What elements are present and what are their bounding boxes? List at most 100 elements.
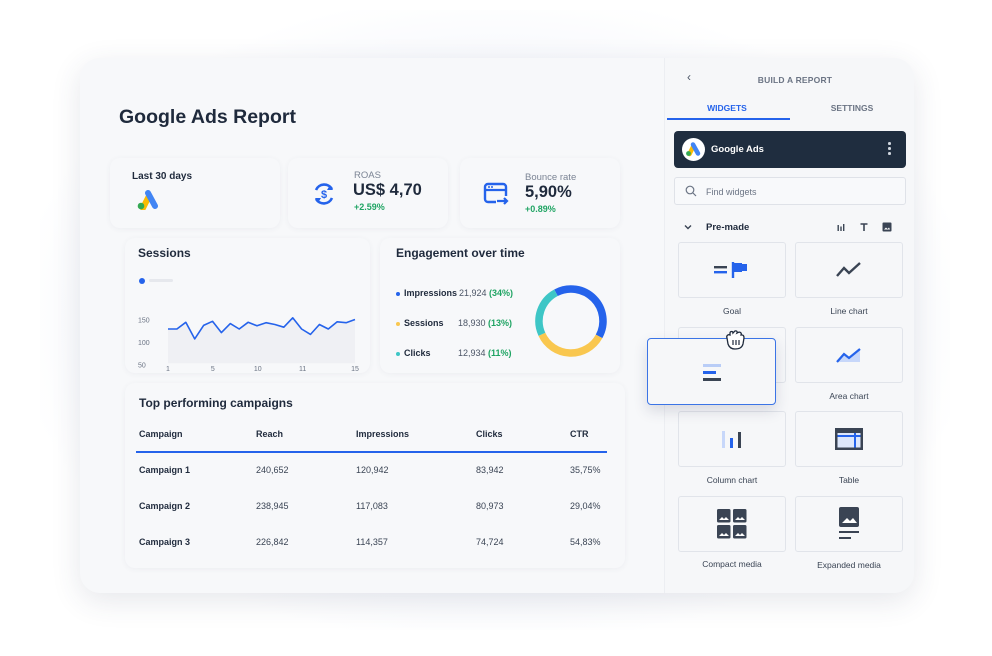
widget-tile[interactable] [795, 242, 903, 298]
grab-cursor-icon [726, 330, 745, 350]
table-cell: 226,842 [256, 537, 289, 547]
data-source-name: Google Ads [711, 144, 764, 155]
kpi-label: Bounce rate [525, 172, 577, 183]
kpi-label: ROAS [354, 170, 381, 181]
widget-tile[interactable] [678, 242, 786, 298]
tab-settings[interactable]: SETTINGS [789, 103, 914, 113]
table-cell: 114,357 [356, 537, 388, 547]
widget-label: Compact media [702, 559, 762, 569]
table-cell: Campaign 1 [139, 465, 191, 475]
dollar-refresh-icon: $ [314, 183, 334, 205]
legend-name: Sessions [404, 318, 444, 328]
engagement-card[interactable]: Engagement over time Impressions 21,924 (… [380, 238, 620, 373]
widget-tile[interactable] [795, 411, 903, 467]
campaigns-title: Top performing campaigns [139, 396, 293, 410]
table-cell: 80,973 [476, 501, 504, 511]
kpi-delta: +2.59% [354, 202, 385, 212]
search-icon [685, 185, 697, 197]
column-header[interactable]: CTR [570, 429, 589, 439]
x-tick-label: 11 [299, 366, 306, 373]
table-row[interactable]: Campaign 1 240,652 120,942 83,942 35,75% [139, 465, 605, 479]
filter-text-icon[interactable] [859, 222, 869, 232]
app-window: Google Ads Report Last 30 days $ ROAS US… [80, 58, 914, 593]
table-cell: Campaign 2 [139, 501, 191, 511]
campaigns-table-card[interactable]: Top performing campaigns Campaign Reach Im… [125, 383, 625, 568]
panel-tabs: WIDGETS SETTINGS [665, 98, 914, 120]
table-row[interactable]: Campaign 2 238,945 117,083 80,973 29,04% [139, 501, 605, 515]
widget-tile[interactable] [795, 327, 903, 383]
value-number: 12,934 [458, 348, 486, 358]
google-ads-logo-icon [137, 190, 158, 210]
table-icon [835, 428, 863, 450]
widget-label: Column chart [706, 475, 758, 485]
bar-list-icon [703, 364, 721, 381]
chevron-down-icon[interactable] [683, 222, 693, 232]
x-tick-label: 1 [166, 366, 170, 373]
x-tick-label: 5 [211, 366, 215, 373]
widget-label: Area chart [829, 391, 869, 401]
data-source-selector[interactable]: Google Ads [674, 131, 906, 168]
legend-value: 18,930 (13%) [458, 318, 512, 328]
value-percent: (13%) [488, 318, 513, 328]
table-cell: 35,75% [570, 465, 601, 475]
report-canvas: Google Ads Report Last 30 days $ ROAS US… [80, 58, 664, 593]
section-label: Pre-made [706, 222, 750, 233]
legend-name: Clicks [404, 348, 431, 358]
kpi-delta: +0.89% [525, 204, 556, 214]
tab-widgets[interactable]: WIDGETS [665, 103, 789, 113]
widget-label: Line chart [830, 306, 868, 316]
header-divider [136, 451, 607, 453]
more-options-icon[interactable] [888, 142, 892, 157]
table-cell: 74,724 [476, 537, 504, 547]
table-cell: 117,083 [356, 501, 388, 511]
expanded-media-icon [838, 507, 860, 541]
panel-title: BUILD A REPORT [757, 75, 833, 85]
goal-flag-icon [714, 261, 750, 279]
column-header[interactable]: Reach [256, 429, 283, 439]
column-header[interactable]: Impressions [356, 429, 409, 439]
table-cell: 120,942 [356, 465, 389, 475]
widget-label: Goal [723, 306, 741, 316]
y-tick-label: 50 [138, 363, 146, 370]
table-cell: 54,83% [570, 537, 601, 547]
table-row[interactable]: Campaign 3 226,842 114,357 74,724 54,83% [139, 537, 605, 551]
value-percent: (11%) [488, 348, 512, 358]
google-ads-logo-icon [682, 138, 705, 161]
date-range-card[interactable]: Last 30 days [110, 158, 280, 228]
engagement-donut-chart [535, 285, 607, 357]
sessions-chart: 501001501 5 10 11 15 [138, 317, 359, 373]
donut-slice-impressions [554, 285, 607, 339]
widget-tile[interactable] [678, 411, 786, 467]
column-header[interactable]: Campaign [139, 429, 183, 439]
table-cell: 29,04% [570, 501, 601, 511]
widget-tile[interactable] [795, 496, 903, 552]
table-cell: 83,942 [476, 465, 504, 475]
legend-dot [396, 292, 400, 296]
table-cell: Campaign 3 [139, 537, 191, 547]
widget-search[interactable] [674, 177, 906, 205]
browser-exit-icon [483, 182, 509, 205]
donut-slice-clicks [535, 289, 558, 336]
donut-slice-sessions [538, 332, 603, 357]
sessions-chart-card[interactable]: Sessions 50 100 150 1 5 10 11 15 [125, 238, 370, 373]
kpi-value: 5,90% [525, 183, 572, 201]
dragged-widget[interactable] [647, 338, 776, 405]
legend-value: 21,924 (34%) [459, 288, 513, 298]
widget-label: Expanded media [817, 560, 881, 570]
widget-tile[interactable] [678, 496, 786, 552]
premade-section-header[interactable]: Pre-made [679, 221, 905, 235]
kpi-card-bounce-rate[interactable]: Bounce rate 5,90% +0.89% [460, 158, 620, 228]
x-tick-label: 15 [351, 366, 359, 373]
value-number: 18,930 [458, 318, 486, 328]
column-header[interactable]: Clicks [476, 429, 503, 439]
y-tick-label: 150 [138, 318, 150, 325]
value-number: 21,924 [459, 288, 487, 298]
table-cell: 238,945 [256, 501, 289, 511]
filter-chart-icon[interactable] [836, 222, 846, 232]
filter-media-icon[interactable] [882, 222, 892, 232]
column-chart-icon [721, 430, 743, 448]
kpi-card-roas[interactable]: $ ROAS US$ 4,70 +2.59% [288, 158, 448, 228]
search-input[interactable] [706, 183, 896, 200]
compact-media-icon [717, 509, 747, 539]
y-tick-label: 100 [138, 340, 150, 347]
